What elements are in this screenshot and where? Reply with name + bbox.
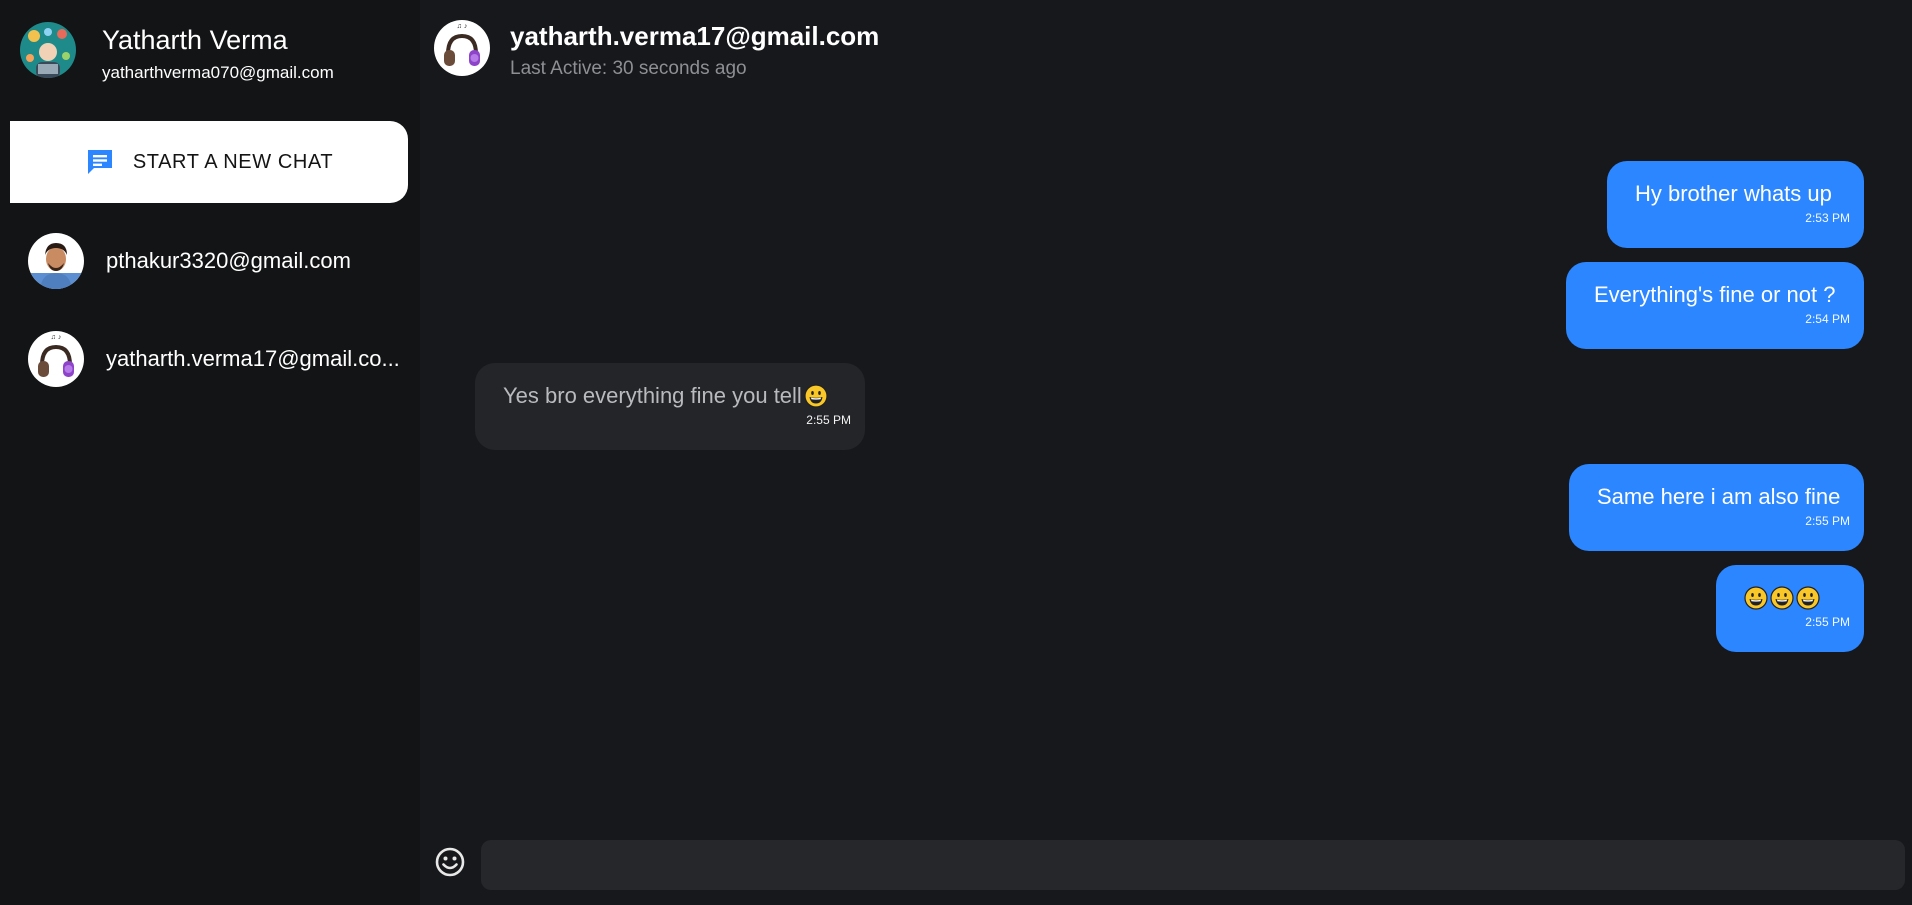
contact-name: yatharth.verma17@gmail.co... — [106, 346, 400, 371]
last-active-status: Last Active: 30 seconds ago — [510, 58, 747, 79]
message-bubble-received: Yes bro everything fine you tell 2:55 PM — [475, 363, 865, 450]
start-new-chat-button[interactable]: START A NEW CHAT — [10, 121, 408, 203]
contact-avatar — [28, 331, 84, 387]
user-email: yatharthverma070@gmail.com — [102, 63, 334, 82]
message-time: 2:55 PM — [806, 413, 851, 427]
contact-item[interactable]: pthakur3320@gmail.com — [28, 231, 408, 291]
message-text: Everything's fine or not ? — [1594, 282, 1836, 307]
message-time: 2:55 PM — [1805, 615, 1850, 629]
message-bubble-sent: Everything's fine or not ? 2:54 PM — [1566, 262, 1864, 349]
chat-title: yatharth.verma17@gmail.com — [510, 21, 880, 51]
chat-panel: yatharth.verma17@gmail.com Last Active: … — [420, 0, 1912, 905]
user-avatar[interactable] — [20, 22, 76, 78]
user-info: Yatharth Verma yatharthverma070@gmail.co… — [102, 24, 334, 84]
message-text: Yes bro everything fine you tell — [503, 383, 837, 409]
contact-avatar — [28, 233, 84, 289]
message-time: 2:53 PM — [1805, 211, 1850, 225]
message-text-content: Yes bro everything fine you tell — [503, 383, 802, 408]
chat-header: yatharth.verma17@gmail.com Last Active: … — [434, 20, 879, 80]
smiley-icon[interactable] — [434, 846, 466, 878]
message-composer — [420, 838, 1912, 890]
grinning-face-icon — [1796, 586, 1820, 610]
chat-bubble-icon — [87, 150, 112, 174]
message-text: Same here i am also fine — [1597, 484, 1841, 509]
grinning-face-icon — [804, 384, 828, 408]
user-name: Yatharth Verma — [102, 25, 288, 55]
chat-app: Yatharth Verma yatharthverma070@gmail.co… — [0, 0, 1912, 905]
contact-name: pthakur3320@gmail.com — [106, 248, 351, 273]
message-bubble-sent: 2:55 PM — [1716, 565, 1864, 652]
chat-contact-avatar[interactable] — [434, 20, 490, 76]
message-emoji-row — [1744, 585, 1836, 611]
message-bubble-sent: Same here i am also fine 2:55 PM — [1569, 464, 1864, 551]
message-input[interactable] — [481, 840, 1905, 890]
grinning-face-icon — [1744, 586, 1768, 610]
message-bubble-sent: Hy brother whats up 2:53 PM — [1607, 161, 1864, 248]
start-new-chat-label: START A NEW CHAT — [132, 150, 334, 173]
grinning-face-icon — [1770, 586, 1794, 610]
sidebar: Yatharth Verma yatharthverma070@gmail.co… — [0, 0, 420, 905]
contact-item[interactable]: yatharth.verma17@gmail.co... — [28, 329, 408, 389]
user-profile[interactable]: Yatharth Verma yatharthverma070@gmail.co… — [20, 22, 334, 84]
message-time: 2:55 PM — [1805, 514, 1850, 528]
message-time: 2:54 PM — [1805, 312, 1850, 326]
message-text: Hy brother whats up — [1635, 181, 1832, 206]
chat-header-info: yatharth.verma17@gmail.com Last Active: … — [510, 20, 879, 80]
